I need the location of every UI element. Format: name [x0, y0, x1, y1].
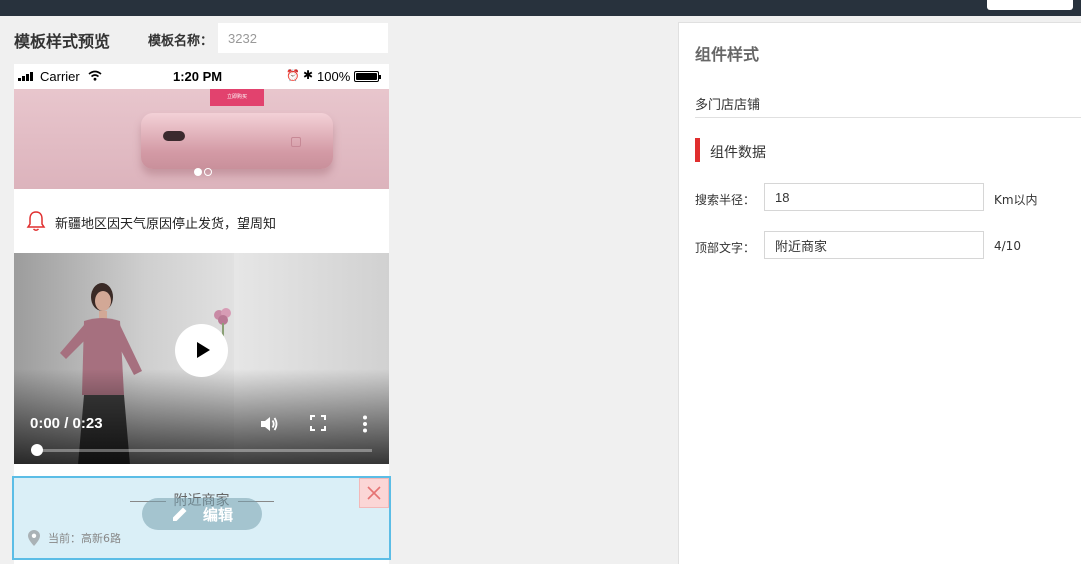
component-name: 多门店店铺 — [695, 98, 761, 113]
video-time: 0:00 / 0:23 — [30, 415, 103, 432]
panel-title: 组件样式 — [695, 45, 760, 64]
radius-suffix: Km以内 — [994, 193, 1038, 207]
volume-icon[interactable] — [259, 414, 279, 434]
carousel-dot-active[interactable] — [194, 168, 202, 176]
logo-shape — [291, 137, 301, 147]
carrier-label: Carrier — [40, 69, 80, 84]
location-text: 当前：高新6路 — [48, 532, 121, 545]
preview-title: 模板样式预览 — [14, 32, 111, 51]
component-style-panel: 组件样式 多门店店铺 组件数据 搜索半径： Km以内 顶部文字： 4/10 — [678, 22, 1081, 564]
nearby-stores-component[interactable]: 附近商家 当前：高新6路 编辑 — [12, 476, 391, 560]
location-pin-icon — [28, 530, 40, 546]
panel-divider — [695, 117, 1081, 118]
alarm-icon: ⏰ — [286, 70, 300, 82]
notice-bar: 新疆地区因天气原因停止发货，望周知 — [14, 189, 389, 253]
section-accent-bar — [695, 138, 700, 162]
section-title: 组件数据 — [710, 145, 766, 161]
battery-percent: 100% — [317, 69, 351, 84]
top-text-label: 顶部文字： — [695, 241, 756, 255]
banner-carousel[interactable]: 立即购买 — [14, 89, 389, 189]
play-button[interactable] — [175, 324, 228, 377]
top-bar-button[interactable] — [987, 0, 1073, 10]
video-progress-track[interactable] — [36, 449, 372, 452]
more-vertical-icon[interactable] — [362, 415, 368, 433]
edit-button[interactable]: 编辑 — [142, 498, 262, 530]
wifi-icon — [88, 70, 102, 81]
battery-icon — [354, 71, 381, 82]
template-name-input[interactable] — [218, 23, 388, 53]
top-text-counter: 4/10 — [994, 239, 1021, 253]
current-location: 当前：高新6路 — [28, 530, 121, 546]
video-progress-knob[interactable] — [31, 444, 43, 456]
pencil-icon — [172, 507, 187, 521]
signal-icon — [18, 72, 33, 81]
fullscreen-icon[interactable] — [310, 415, 326, 431]
close-button[interactable] — [359, 478, 389, 508]
edit-label: 编辑 — [202, 505, 233, 524]
camera-shape — [163, 131, 185, 141]
video-player[interactable]: 0:00 / 0:23 — [14, 253, 389, 464]
bell-icon — [26, 211, 46, 231]
product-image — [141, 113, 333, 169]
notice-text: 新疆地区因天气原因停止发货，望周知 — [55, 217, 277, 232]
banner-tag[interactable]: 立即购买 — [210, 89, 264, 106]
radius-input[interactable] — [764, 183, 984, 211]
carousel-dot[interactable] — [204, 168, 212, 176]
top-bar — [0, 0, 1081, 16]
status-bar: Carrier 1:20 PM ⏰ ✱ 100% — [14, 64, 389, 89]
bluetooth-icon: ✱ — [303, 68, 314, 82]
close-icon — [367, 486, 381, 500]
radius-label: 搜索半径： — [695, 193, 756, 207]
template-name-label: 模板名称： — [148, 34, 214, 49]
status-time: 1:20 PM — [173, 69, 223, 84]
carousel-dots — [194, 168, 212, 176]
top-text-input[interactable] — [764, 231, 984, 259]
